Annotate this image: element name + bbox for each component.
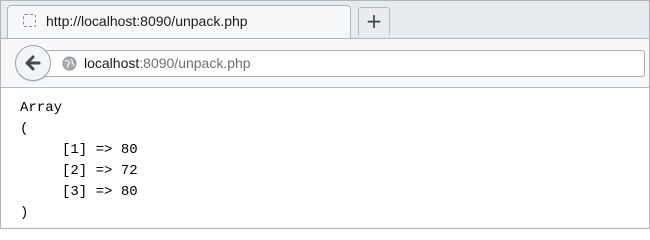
url-host: localhost: [84, 55, 140, 71]
page-content: Array ( [1] => 80 [2] => 72 [3] => 80 ): [1, 88, 649, 228]
item-arrow: =>: [95, 142, 113, 158]
item-value: 80: [120, 184, 138, 200]
tab-unpack-php[interactable]: http://localhost:8090/unpack.php: [7, 5, 351, 39]
new-tab-button[interactable]: +: [358, 7, 390, 35]
globe-icon: [62, 56, 77, 71]
back-arrow-icon: [25, 55, 41, 71]
navigation-bar: localhost:8090/unpack.php: [1, 38, 649, 88]
item-key: [3]: [62, 184, 88, 200]
item-arrow: =>: [95, 163, 113, 179]
array-open-paren: (: [20, 121, 29, 137]
address-bar[interactable]: localhost:8090/unpack.php: [33, 50, 645, 77]
back-button[interactable]: [15, 45, 51, 81]
array-item: [2] => 72: [20, 161, 138, 182]
item-value: 80: [120, 142, 138, 158]
url-text: localhost:8090/unpack.php: [84, 55, 251, 71]
item-key: [1]: [62, 142, 88, 158]
tab-strip: http://localhost:8090/unpack.php +: [1, 1, 649, 39]
array-close-paren: ): [20, 205, 29, 221]
url-path: :8090/unpack.php: [139, 55, 251, 71]
array-item: [1] => 80: [20, 140, 138, 161]
array-item: [3] => 80: [20, 182, 138, 203]
item-arrow: =>: [95, 184, 113, 200]
blank-page-icon: [23, 14, 36, 27]
item-value: 72: [120, 163, 138, 179]
print-r-output: Array ( [1] => 80 [2] => 72 [3] => 80 ): [20, 98, 138, 224]
browser-window: http://localhost:8090/unpack.php + local…: [0, 0, 650, 229]
tab-title: http://localhost:8090/unpack.php: [46, 13, 248, 29]
array-header: Array: [20, 100, 63, 116]
item-key: [2]: [62, 163, 88, 179]
